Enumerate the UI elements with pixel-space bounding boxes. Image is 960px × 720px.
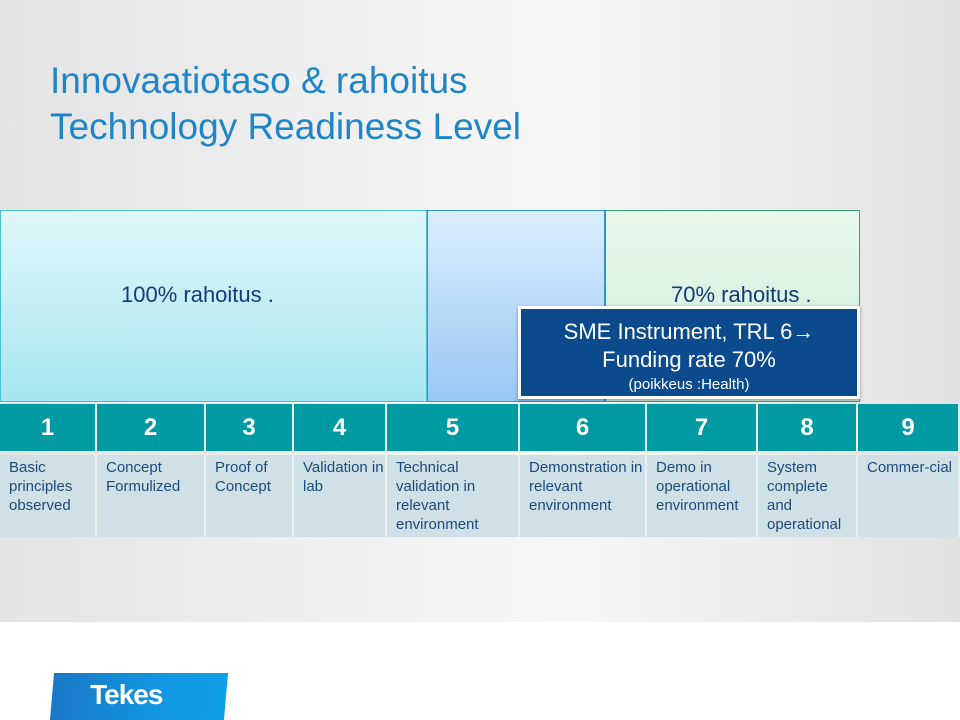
logo-text: Tekes [90,679,163,710]
trl-level-2-description: Concept Formulized [97,455,206,537]
trl-description-row: Basic principles observed Concept Formuli… [0,455,960,537]
sme-instrument-box: SME Instrument, TRL 6→ Funding rate 70% … [518,306,860,399]
trl-level-3-number: 3 [206,404,294,451]
trl-level-9-description: Commer-cial [858,455,960,537]
trl-level-6-number: 6 [520,404,647,451]
sme-line-1: SME Instrument, TRL 6→ [563,319,815,344]
partial-funding-label: 70% rahoitus . [671,282,812,307]
trl-level-5-description: Technical validation in relevant environ… [387,455,520,537]
trl-level-8-description: System complete and operational [758,455,858,537]
trl-level-1-number: 1 [0,404,97,451]
title-line-1: Innovaatiotaso & rahoitus [50,60,468,101]
trl-level-9-number: 9 [858,404,960,451]
trl-level-1-description: Basic principles observed [0,455,97,537]
sme-line-3: (poikkeus :Health) [628,376,750,393]
title-line-2: Technology Readiness Level [50,106,522,147]
trl-level-3-description: Proof of Concept [206,455,294,537]
trl-level-5-number: 5 [387,404,520,451]
trl-level-7-number: 7 [647,404,758,451]
trl-level-8-number: 8 [758,404,858,451]
tekes-logo: Tekes [49,673,229,720]
trl-level-2-number: 2 [97,404,206,451]
slide-title: Innovaatiotaso & rahoitus Technology Rea… [50,58,521,150]
trl-level-6-description: Demonstration in relevant environment [520,455,647,537]
trl-level-4-number: 4 [294,404,387,451]
trl-level-4-description: Validation in lab [294,455,387,537]
trl-level-7-description: Demo in operational environment [647,455,758,537]
full-funding-label: 100% rahoitus . [121,282,274,307]
sme-line-2: Funding rate 70% [602,347,776,372]
trl-number-row: 123456789 [0,404,960,451]
